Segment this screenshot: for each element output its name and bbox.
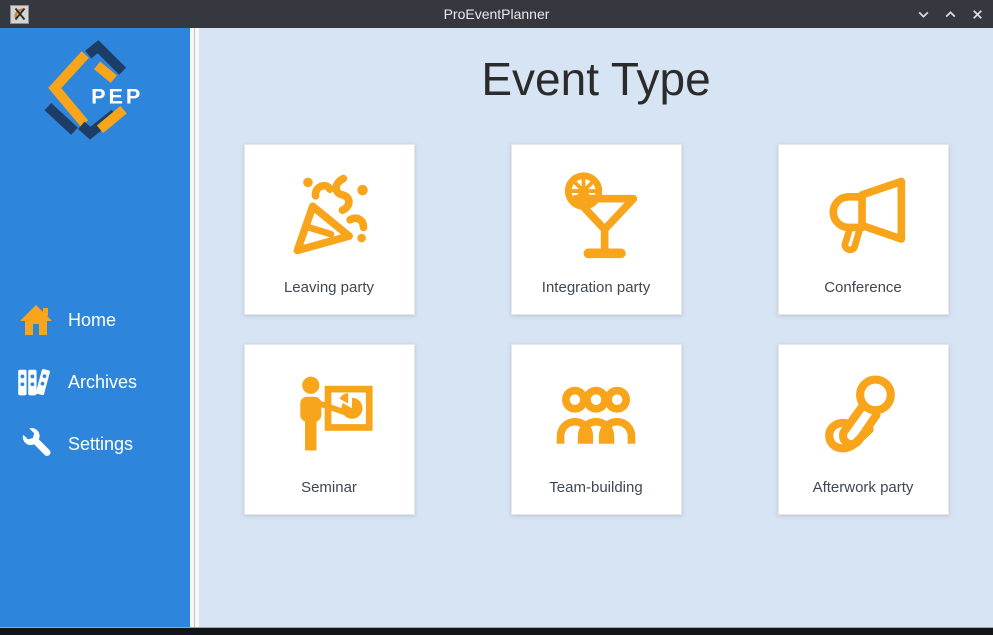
bottom-bar — [0, 627, 993, 635]
event-card-team-building[interactable]: Team-building — [511, 344, 682, 515]
chevron-down-icon — [917, 8, 930, 21]
microphone-icon — [817, 345, 909, 479]
card-label: Integration party — [542, 279, 650, 296]
window-controls — [914, 5, 993, 23]
main-content: Event Type — [199, 28, 993, 627]
maximize-button[interactable] — [941, 5, 959, 23]
sidebar-item-settings[interactable]: Settings — [0, 422, 190, 466]
card-label: Leaving party — [284, 279, 374, 296]
window-title: ProEventPlanner — [0, 6, 993, 22]
logo-text: PEP — [91, 84, 143, 109]
sidebar-item-label: Archives — [68, 372, 137, 393]
close-button[interactable] — [968, 5, 986, 23]
chevron-up-icon — [944, 8, 957, 21]
card-label: Seminar — [301, 479, 357, 496]
sidebar-item-label: Home — [68, 310, 116, 331]
event-type-grid: Leaving party — [244, 144, 949, 515]
page-title: Event Type — [199, 52, 993, 106]
event-card-integration-party[interactable]: Integration party — [511, 144, 682, 315]
event-card-seminar[interactable]: Seminar — [244, 344, 415, 515]
event-card-leaving-party[interactable]: Leaving party — [244, 144, 415, 315]
sidebar-item-home[interactable]: Home — [0, 298, 190, 342]
sidebar-divider — [190, 28, 199, 627]
sidebar: PEP Home — [0, 28, 190, 627]
x-icon — [971, 8, 984, 21]
presenter-icon — [283, 345, 375, 479]
archives-icon — [14, 363, 58, 401]
party-popper-icon — [283, 145, 375, 279]
titlebar: ProEventPlanner — [0, 0, 993, 28]
app-window: ProEventPlanner — [0, 0, 993, 635]
minimize-button[interactable] — [914, 5, 932, 23]
team-icon — [550, 345, 642, 479]
card-label: Conference — [824, 279, 902, 296]
megaphone-icon — [817, 145, 909, 279]
home-icon — [14, 302, 58, 338]
app-body: PEP Home — [0, 28, 993, 627]
event-card-afterwork-party[interactable]: Afterwork party — [778, 344, 949, 515]
sidebar-item-archives[interactable]: Archives — [0, 360, 190, 404]
pep-logo: PEP — [42, 34, 190, 145]
event-card-conference[interactable]: Conference — [778, 144, 949, 315]
cocktail-icon — [550, 145, 642, 279]
card-label: Afterwork party — [813, 479, 914, 496]
sidebar-menu: Home — [0, 298, 190, 484]
sidebar-item-label: Settings — [68, 434, 133, 455]
card-label: Team-building — [549, 479, 642, 496]
x-window-system-icon — [10, 5, 29, 24]
settings-icon — [14, 427, 58, 461]
